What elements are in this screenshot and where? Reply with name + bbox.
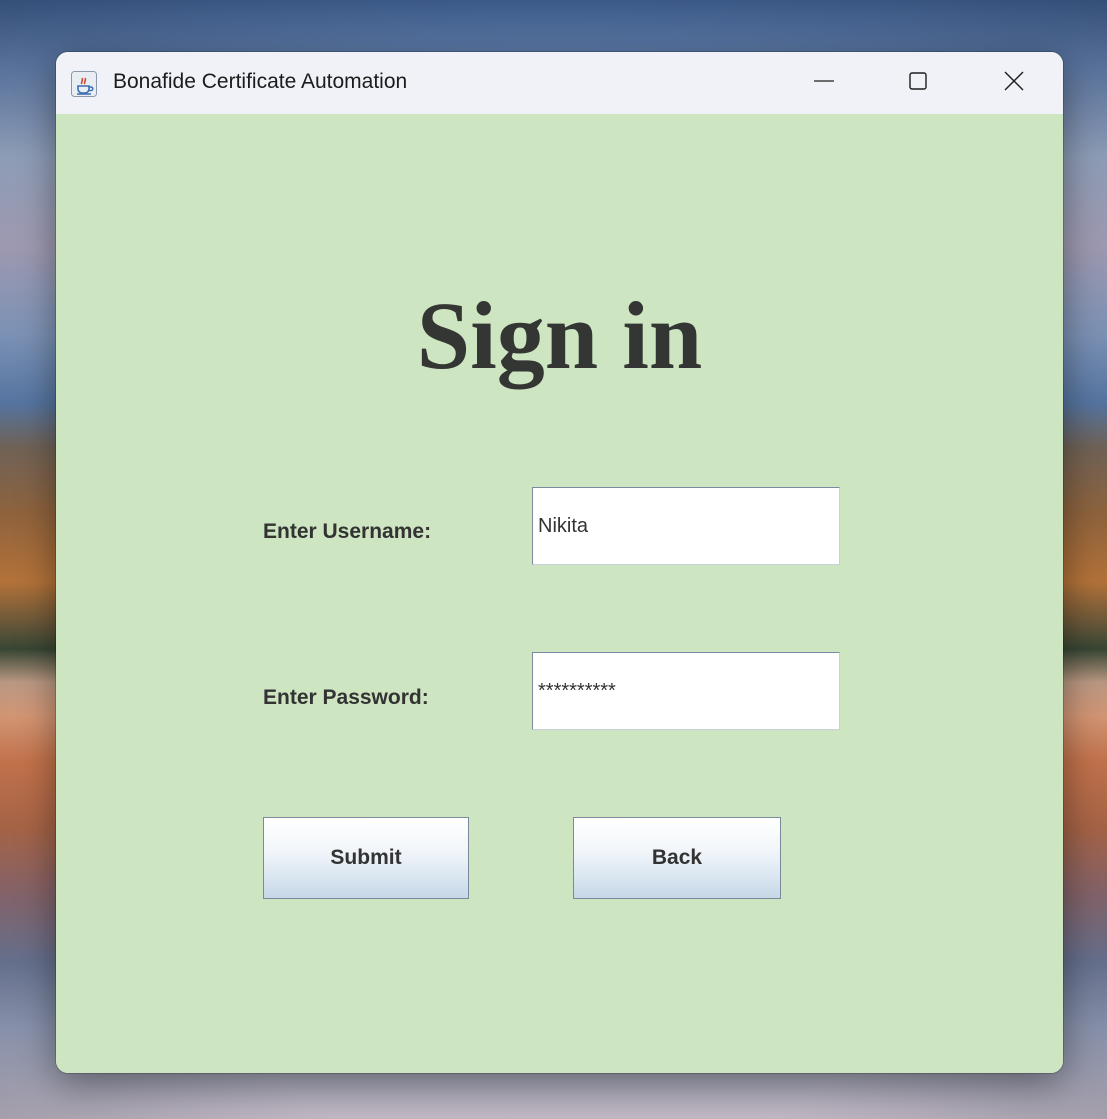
minimize-icon: [813, 70, 835, 97]
close-icon: [1003, 70, 1025, 97]
app-window: Bonafide Certificate Automation Sign in …: [56, 52, 1063, 1073]
password-field[interactable]: [532, 652, 840, 730]
back-button[interactable]: Back: [573, 817, 781, 899]
maximize-button[interactable]: [882, 52, 954, 114]
close-button[interactable]: [978, 52, 1050, 114]
minimize-button[interactable]: [788, 52, 860, 114]
username-field[interactable]: [532, 487, 840, 565]
username-label: Enter Username:: [263, 520, 432, 543]
sign-in-panel: Sign in Enter Username: Enter Password: …: [56, 114, 1063, 1073]
submit-button[interactable]: Submit: [263, 817, 469, 899]
java-cup-icon: [71, 71, 97, 97]
maximize-icon: [907, 70, 929, 97]
password-label: Enter Password:: [263, 686, 429, 709]
window-title: Bonafide Certificate Automation: [113, 70, 408, 93]
title-bar[interactable]: Bonafide Certificate Automation: [56, 52, 1063, 114]
page-title: Sign in: [416, 282, 703, 389]
